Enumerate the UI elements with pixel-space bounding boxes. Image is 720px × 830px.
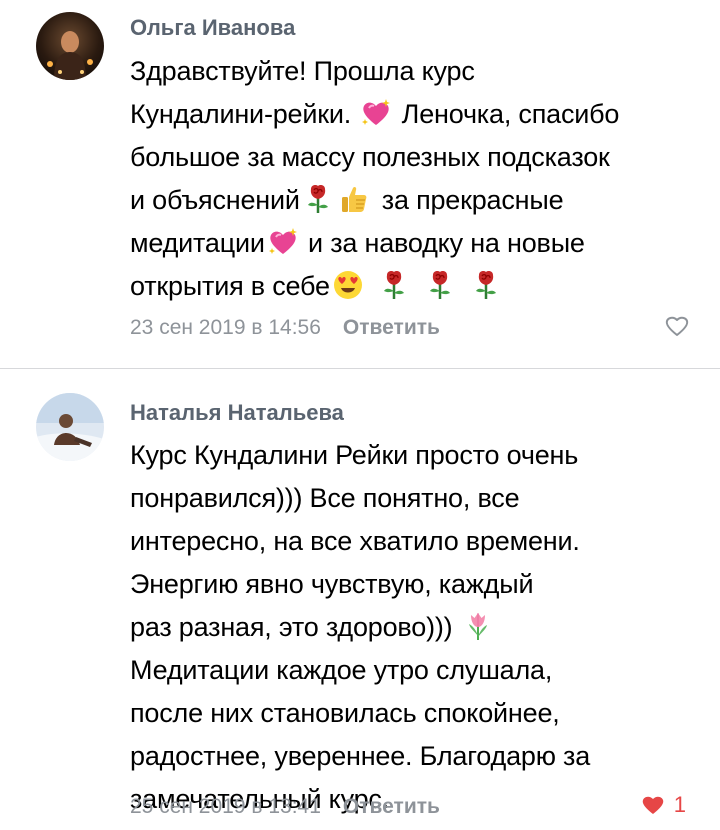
comment-line: Энергию явно чувствую, каждый [130,569,534,599]
comment-meta: 25 сен 2019 в 13:41 Ответить [130,794,440,820]
comment-text: Здравствуйте! Прошла курс Кундалини-рейк… [130,50,710,308]
comment-text: Курс Кундалини Рейки просто очень понрав… [130,434,710,821]
comment-line: интересно, на все хватило времени. [130,526,580,556]
comment-date[interactable]: 25 сен 2019 в 13:41 [130,795,321,818]
comment-line: Кундалини-рейки. Леночка, спасибо [130,97,620,129]
avatar[interactable] [36,393,104,461]
comment-line: Медитации каждое утро слушала, [130,655,553,685]
comment-line: большое за массу полезных подсказок [130,142,610,172]
comment-line: открытия в себе [130,265,710,308]
heart-filled-icon [642,796,663,814]
comment-author[interactable]: Наталья Натальева [130,400,344,426]
like-count: 1 [673,792,686,817]
rose-icon [470,269,502,301]
comment-meta: 23 сен 2019 в 14:56 Ответить [130,315,440,341]
comment: Ольга Иванова Здравствуйте! Прошла курс … [0,0,720,369]
reply-button[interactable]: Ответить [343,795,440,818]
heart-outline-icon [665,316,689,336]
like-button[interactable]: 1 [640,792,686,818]
sparkling-heart-icon [267,226,299,258]
heart-eyes-icon [332,269,364,301]
avatar-photo-icon [47,31,93,80]
comment-author[interactable]: Ольга Иванова [130,15,295,41]
reply-button[interactable]: Ответить [343,316,440,339]
rose-icon [424,269,456,301]
comment-line: понравился))) Все понятно, все [130,483,520,513]
tulip-icon [462,610,494,642]
comment-line: радостнее, увереннее. Благодарю за [130,741,591,771]
sparkling-heart-icon [360,97,392,129]
avatar[interactable] [36,12,104,80]
comment-line: Курс Кундалини Рейки просто очень [130,440,579,470]
comment-line: Здравствуйте! Прошла курс [130,56,475,86]
rose-icon [378,269,410,301]
comment-line: и объяснений за прекрасные [130,183,564,215]
rose-icon [302,183,334,215]
comment-date[interactable]: 23 сен 2019 в 14:56 [130,316,321,339]
comment-line: после них становилась спокойнее, [130,698,560,728]
thumbs-up-icon [338,183,370,215]
comment-line: медитации и за наводку на новые [130,226,585,258]
comment-line: раз разная, это здорово))) [130,606,710,649]
avatar-photo-icon [36,393,104,461]
like-button[interactable] [664,314,690,338]
